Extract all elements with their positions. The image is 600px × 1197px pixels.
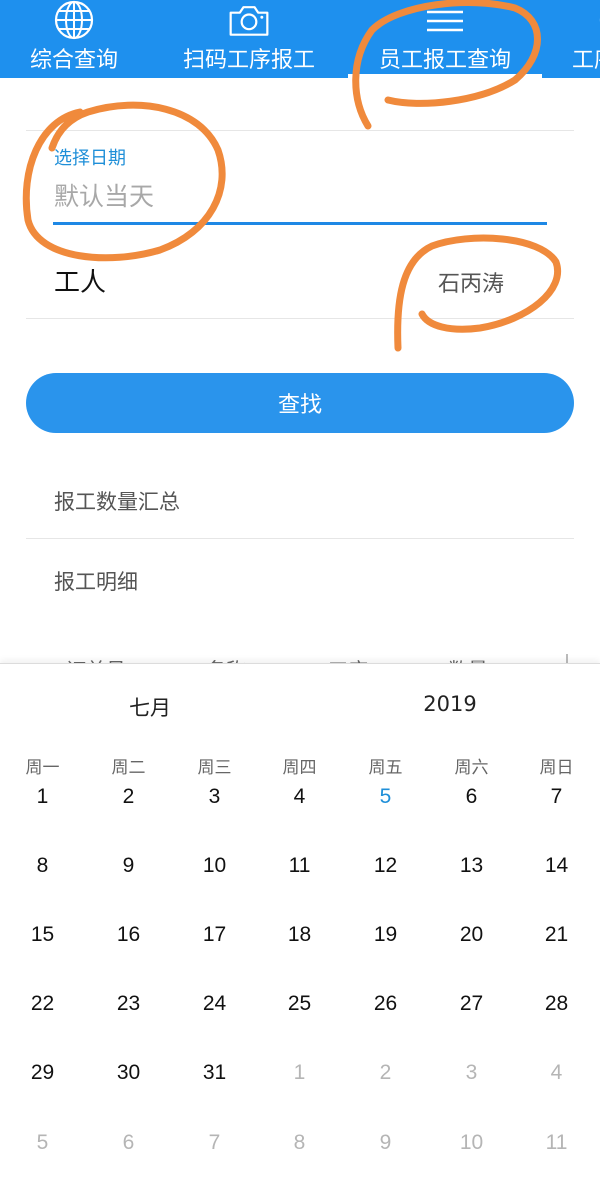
calendar-day[interactable]: 29 xyxy=(0,1053,85,1093)
calendar-day[interactable]: 25 xyxy=(257,984,342,1024)
calendar-day[interactable]: 22 xyxy=(0,984,85,1024)
tab-scan-report[interactable]: 扫码工序报工 xyxy=(170,0,328,78)
calendar-day[interactable]: 14 xyxy=(514,846,599,886)
calendar-day[interactable]: 17 xyxy=(172,915,257,955)
calendar-day-adjacent-month[interactable]: 11 xyxy=(514,1123,599,1163)
calendar-year[interactable]: 2019 xyxy=(400,692,500,716)
worker-select[interactable]: 石丙涛 xyxy=(380,266,504,298)
calendar-day-adjacent-month[interactable]: 8 xyxy=(257,1123,342,1163)
date-input[interactable] xyxy=(54,176,546,216)
calendar-day-adjacent-month[interactable]: 1 xyxy=(257,1053,342,1093)
tab-label: 扫码工序报工 xyxy=(182,48,315,73)
tab-employee-report-query[interactable]: 员工报工查询 xyxy=(356,0,534,78)
calendar-day[interactable]: 1 xyxy=(0,777,85,817)
calendar-day[interactable]: 23 xyxy=(86,984,171,1024)
calendar-day[interactable]: 26 xyxy=(343,984,428,1024)
partial-icon xyxy=(599,18,600,22)
calendar-day-adjacent-month[interactable]: 7 xyxy=(172,1123,257,1163)
detail-link[interactable]: 报工明细 xyxy=(54,566,138,596)
weekday-label: 周三 xyxy=(197,758,232,778)
date-input-underline xyxy=(53,222,547,225)
calendar-day-adjacent-month[interactable]: 9 xyxy=(343,1123,428,1163)
date-picker-sheet: 七月 2019 周一 周二 周三 周四 周五 周六 周日 1 2 3 4 5 6 7 8 9 10… xyxy=(0,663,600,1197)
divider xyxy=(26,538,574,539)
calendar-day[interactable]: 5 xyxy=(343,777,428,817)
calendar-day-adjacent-month[interactable]: 6 xyxy=(86,1123,171,1163)
calendar-day[interactable]: 28 xyxy=(514,984,599,1024)
calendar-day[interactable]: 8 xyxy=(0,846,85,886)
weekday-label: 周五 xyxy=(368,758,403,778)
weekday-label: 周一 xyxy=(25,758,60,778)
search-button[interactable]: 查找 xyxy=(26,373,574,433)
calendar-day-adjacent-month[interactable]: 10 xyxy=(429,1123,514,1163)
active-tab-indicator xyxy=(348,74,542,78)
calendar-day[interactable]: 18 xyxy=(257,915,342,955)
date-field-label: 选择日期 xyxy=(54,148,126,169)
tab-label: 综合查询 xyxy=(29,48,118,73)
calendar-day[interactable]: 3 xyxy=(172,777,257,817)
calendar-day[interactable]: 6 xyxy=(429,777,514,817)
calendar-day[interactable]: 2 xyxy=(86,777,171,817)
calendar-day-adjacent-month[interactable]: 3 xyxy=(429,1053,514,1093)
tab-label: 工序 xyxy=(572,48,600,73)
calendar-day[interactable]: 9 xyxy=(86,846,171,886)
top-tab-bar: 综合查询 扫码工序报工 员工报工查询 工序 xyxy=(0,0,600,78)
calendar-day[interactable]: 15 xyxy=(0,915,85,955)
calendar-day[interactable]: 11 xyxy=(257,846,342,886)
calendar-day[interactable]: 24 xyxy=(172,984,257,1024)
weekday-label: 周六 xyxy=(454,758,489,778)
worker-label: 工人 xyxy=(54,268,107,298)
calendar-day-adjacent-month[interactable]: 4 xyxy=(514,1053,599,1093)
calendar-day-adjacent-month[interactable]: 5 xyxy=(0,1123,85,1163)
summary-link[interactable]: 报工数量汇总 xyxy=(54,486,180,516)
calendar-day[interactable]: 16 xyxy=(86,915,171,955)
calendar-day[interactable]: 4 xyxy=(257,777,342,817)
weekday-label: 周二 xyxy=(111,758,146,778)
tab-process-partial[interactable]: 工序 xyxy=(566,0,600,78)
calendar-day[interactable]: 7 xyxy=(514,777,599,817)
calendar-day-adjacent-month[interactable]: 2 xyxy=(343,1053,428,1093)
divider xyxy=(26,318,574,319)
calendar-day[interactable]: 13 xyxy=(429,846,514,886)
tab-label: 员工报工查询 xyxy=(378,48,511,73)
weekday-label: 周日 xyxy=(539,758,574,778)
weekday-label: 周四 xyxy=(282,758,317,778)
tab-general-query[interactable]: 综合查询 xyxy=(10,0,138,78)
calendar-day[interactable]: 12 xyxy=(343,846,428,886)
calendar-day[interactable]: 20 xyxy=(429,915,514,955)
globe-icon xyxy=(54,0,94,40)
calendar-month[interactable]: 七月 xyxy=(100,692,200,722)
calendar-day[interactable]: 10 xyxy=(172,846,257,886)
camera-icon xyxy=(229,6,269,36)
calendar-day[interactable]: 19 xyxy=(343,915,428,955)
divider xyxy=(26,130,574,131)
calendar-day[interactable]: 21 xyxy=(514,915,599,955)
menu-icon xyxy=(427,10,463,32)
calendar-day[interactable]: 30 xyxy=(86,1053,171,1093)
calendar-day[interactable]: 27 xyxy=(429,984,514,1024)
calendar-day[interactable]: 31 xyxy=(172,1053,257,1093)
